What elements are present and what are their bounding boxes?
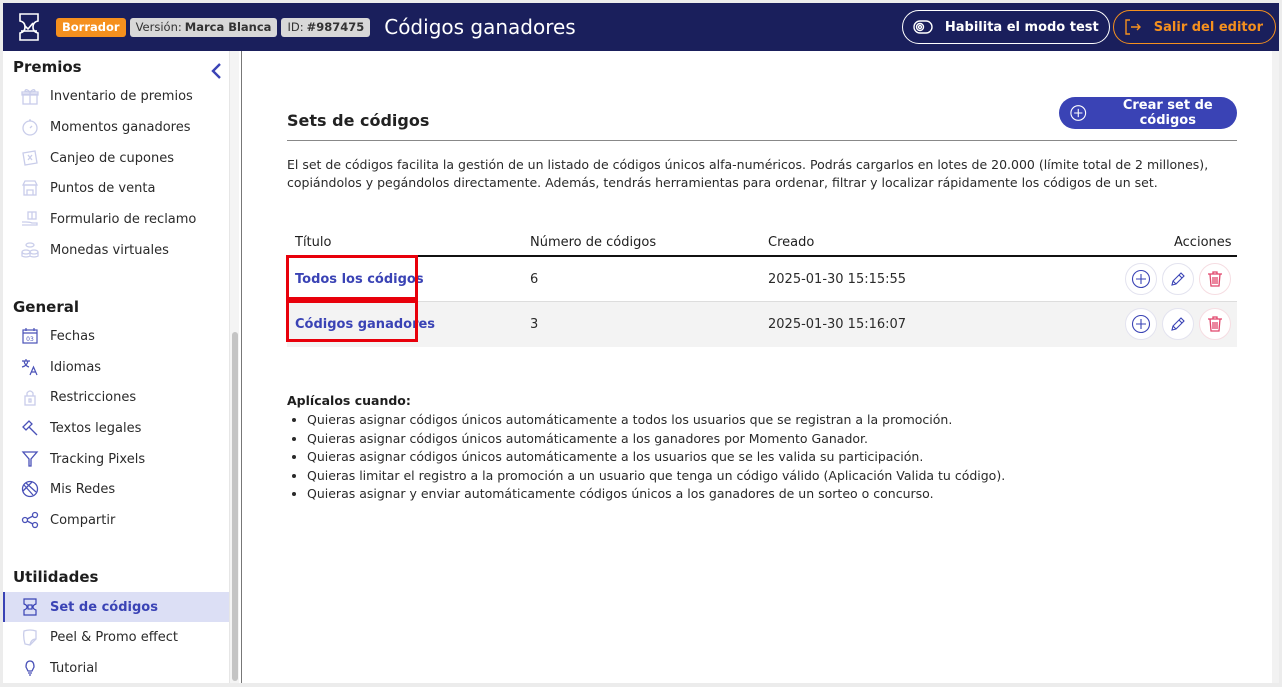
app-logo-icon[interactable] (7, 3, 51, 51)
share-icon (20, 510, 40, 530)
exit-editor-button[interactable]: Salir del editor (1112, 10, 1276, 44)
plus-circle-icon (1131, 314, 1151, 334)
sidebar-item-puntos-venta[interactable]: Puntos de venta (3, 173, 229, 203)
sidebar-item-formulario-reclamo[interactable]: Formulario de reclamo (3, 204, 229, 234)
svg-text:03: 03 (26, 336, 34, 343)
column-header-title: Título (295, 235, 332, 250)
store-icon (20, 178, 40, 198)
sidebar: Premios Inventario de premios Momentos g… (3, 51, 241, 683)
list-item: Quieras asignar códigos únicos automátic… (307, 430, 1005, 449)
filter-icon (20, 449, 40, 469)
sidebar-visible-thumb[interactable] (232, 332, 238, 681)
exit-icon (1125, 19, 1141, 35)
highlight-box (286, 300, 418, 342)
apply-when-title: Aplícalos cuando: (287, 393, 411, 408)
sidebar-item-compartir[interactable]: Compartir (3, 505, 229, 535)
trash-icon (1208, 316, 1222, 332)
sidebar-section-general: General (13, 298, 79, 316)
translate-icon (20, 357, 40, 377)
list-item: Quieras limitar el registro a la promoci… (307, 467, 1005, 486)
row-actions (1125, 263, 1231, 295)
table-row: Todos los códigos 6 2025-01-30 15:15:55 (287, 257, 1237, 302)
ticket-icon (20, 597, 40, 617)
plus-circle-icon (1131, 269, 1151, 289)
code-count: 3 (530, 317, 539, 332)
version-badge: Versión: Marca Blanca (129, 17, 278, 37)
test-mode-label: Habilita el modo test (944, 19, 1099, 35)
sidebar-item-mis-redes[interactable]: Mis Redes (3, 474, 229, 504)
sidebar-item-tracking-pixels[interactable]: Tracking Pixels (3, 444, 229, 474)
calendar-icon: 03 (20, 326, 40, 346)
id-badge: ID: #987475 (281, 17, 371, 37)
sidebar-item-textos-legales[interactable]: Textos legales (3, 413, 229, 443)
coins-icon (20, 240, 40, 260)
sidebar-item-monedas-virtuales[interactable]: Monedas virtuales (3, 235, 229, 265)
highlight-box (286, 255, 418, 300)
network-globe-icon (20, 479, 40, 499)
list-item: Quieras asignar y enviar automáticamente… (307, 485, 1005, 504)
main-scrollbar[interactable] (1272, 51, 1279, 683)
sidebar-section-utilidades: Utilidades (13, 568, 99, 586)
add-codes-button[interactable] (1125, 263, 1157, 295)
collapse-sidebar-button[interactable] (206, 59, 226, 83)
heading-divider (287, 140, 1237, 141)
sidebar-item-momentos-ganadores[interactable]: Momentos ganadores (3, 112, 229, 142)
edit-button[interactable] (1162, 308, 1194, 340)
sidebar-item-set-codigos[interactable]: Set de códigos (3, 592, 229, 622)
id-value: #987475 (306, 20, 365, 34)
row-actions (1125, 308, 1231, 340)
id-label: ID: (287, 20, 304, 34)
top-bar: Borrador Versión: Marca Blanca ID: #9874… (3, 3, 1279, 51)
version-label: Versión: (135, 20, 182, 34)
sidebar-section-premios: Premios (13, 58, 82, 76)
sidebar-item-idiomas[interactable]: Idiomas (3, 352, 229, 382)
sidebar-item-inventario-premios[interactable]: Inventario de premios (3, 81, 229, 111)
hand-gift-icon (20, 209, 40, 229)
plus-circle-icon (1070, 105, 1087, 121)
create-code-set-label: Crear set de códigos (1122, 98, 1213, 128)
test-mode-button[interactable]: Habilita el modo test (901, 10, 1110, 44)
page-title: Códigos ganadores (384, 15, 576, 39)
pencil-icon (1171, 272, 1185, 286)
sidebar-item-peel-promo[interactable]: Peel & Promo effect (3, 622, 229, 652)
apply-when-list: Quieras asignar códigos únicos automátic… (307, 411, 1005, 504)
edit-button[interactable] (1162, 263, 1194, 295)
created-date: 2025-01-30 15:16:07 (768, 317, 907, 332)
sidebar-item-restricciones[interactable]: Restricciones (3, 382, 229, 412)
add-codes-button[interactable] (1125, 308, 1157, 340)
lightbulb-icon (20, 658, 40, 678)
exit-editor-label: Salir del editor (1153, 19, 1263, 35)
stopwatch-icon (20, 117, 40, 137)
delete-button[interactable] (1199, 308, 1231, 340)
table-row: Códigos ganadores 3 2025-01-30 15:16:07 (287, 302, 1237, 347)
trash-icon (1208, 271, 1222, 287)
list-item: Quieras asignar códigos únicos automátic… (307, 448, 1005, 467)
toggle-icon (913, 20, 933, 34)
coupon-icon (20, 148, 40, 168)
delete-button[interactable] (1199, 263, 1231, 295)
created-date: 2025-01-30 15:15:55 (768, 272, 907, 287)
section-heading: Sets de códigos (287, 111, 430, 130)
status-badge: Borrador (56, 17, 126, 37)
version-value: Marca Blanca (184, 20, 272, 34)
create-code-set-button[interactable]: Crear set de códigos (1059, 97, 1237, 129)
column-header-created: Creado (768, 235, 815, 250)
sidebar-item-canjeo-cupones[interactable]: Canjeo de cupones (3, 143, 229, 173)
sidebar-item-fechas[interactable]: 03 Fechas (3, 321, 229, 351)
column-header-count: Número de códigos (530, 235, 657, 250)
list-item: Quieras asignar códigos únicos automátic… (307, 411, 1005, 430)
description-text: El set de códigos facilita la gestión de… (287, 157, 1209, 190)
pencil-icon (1171, 317, 1185, 331)
main-content: Sets de códigos Crear set de códigos El … (242, 51, 1272, 683)
gift-icon (20, 86, 40, 106)
code-count: 6 (530, 272, 539, 287)
column-header-actions: Acciones (1174, 235, 1232, 250)
chevron-left-icon (211, 63, 221, 79)
gavel-icon (20, 418, 40, 438)
lock-icon (20, 387, 40, 407)
sidebar-item-tutorial[interactable]: Tutorial (3, 653, 229, 683)
peel-icon (20, 627, 40, 647)
